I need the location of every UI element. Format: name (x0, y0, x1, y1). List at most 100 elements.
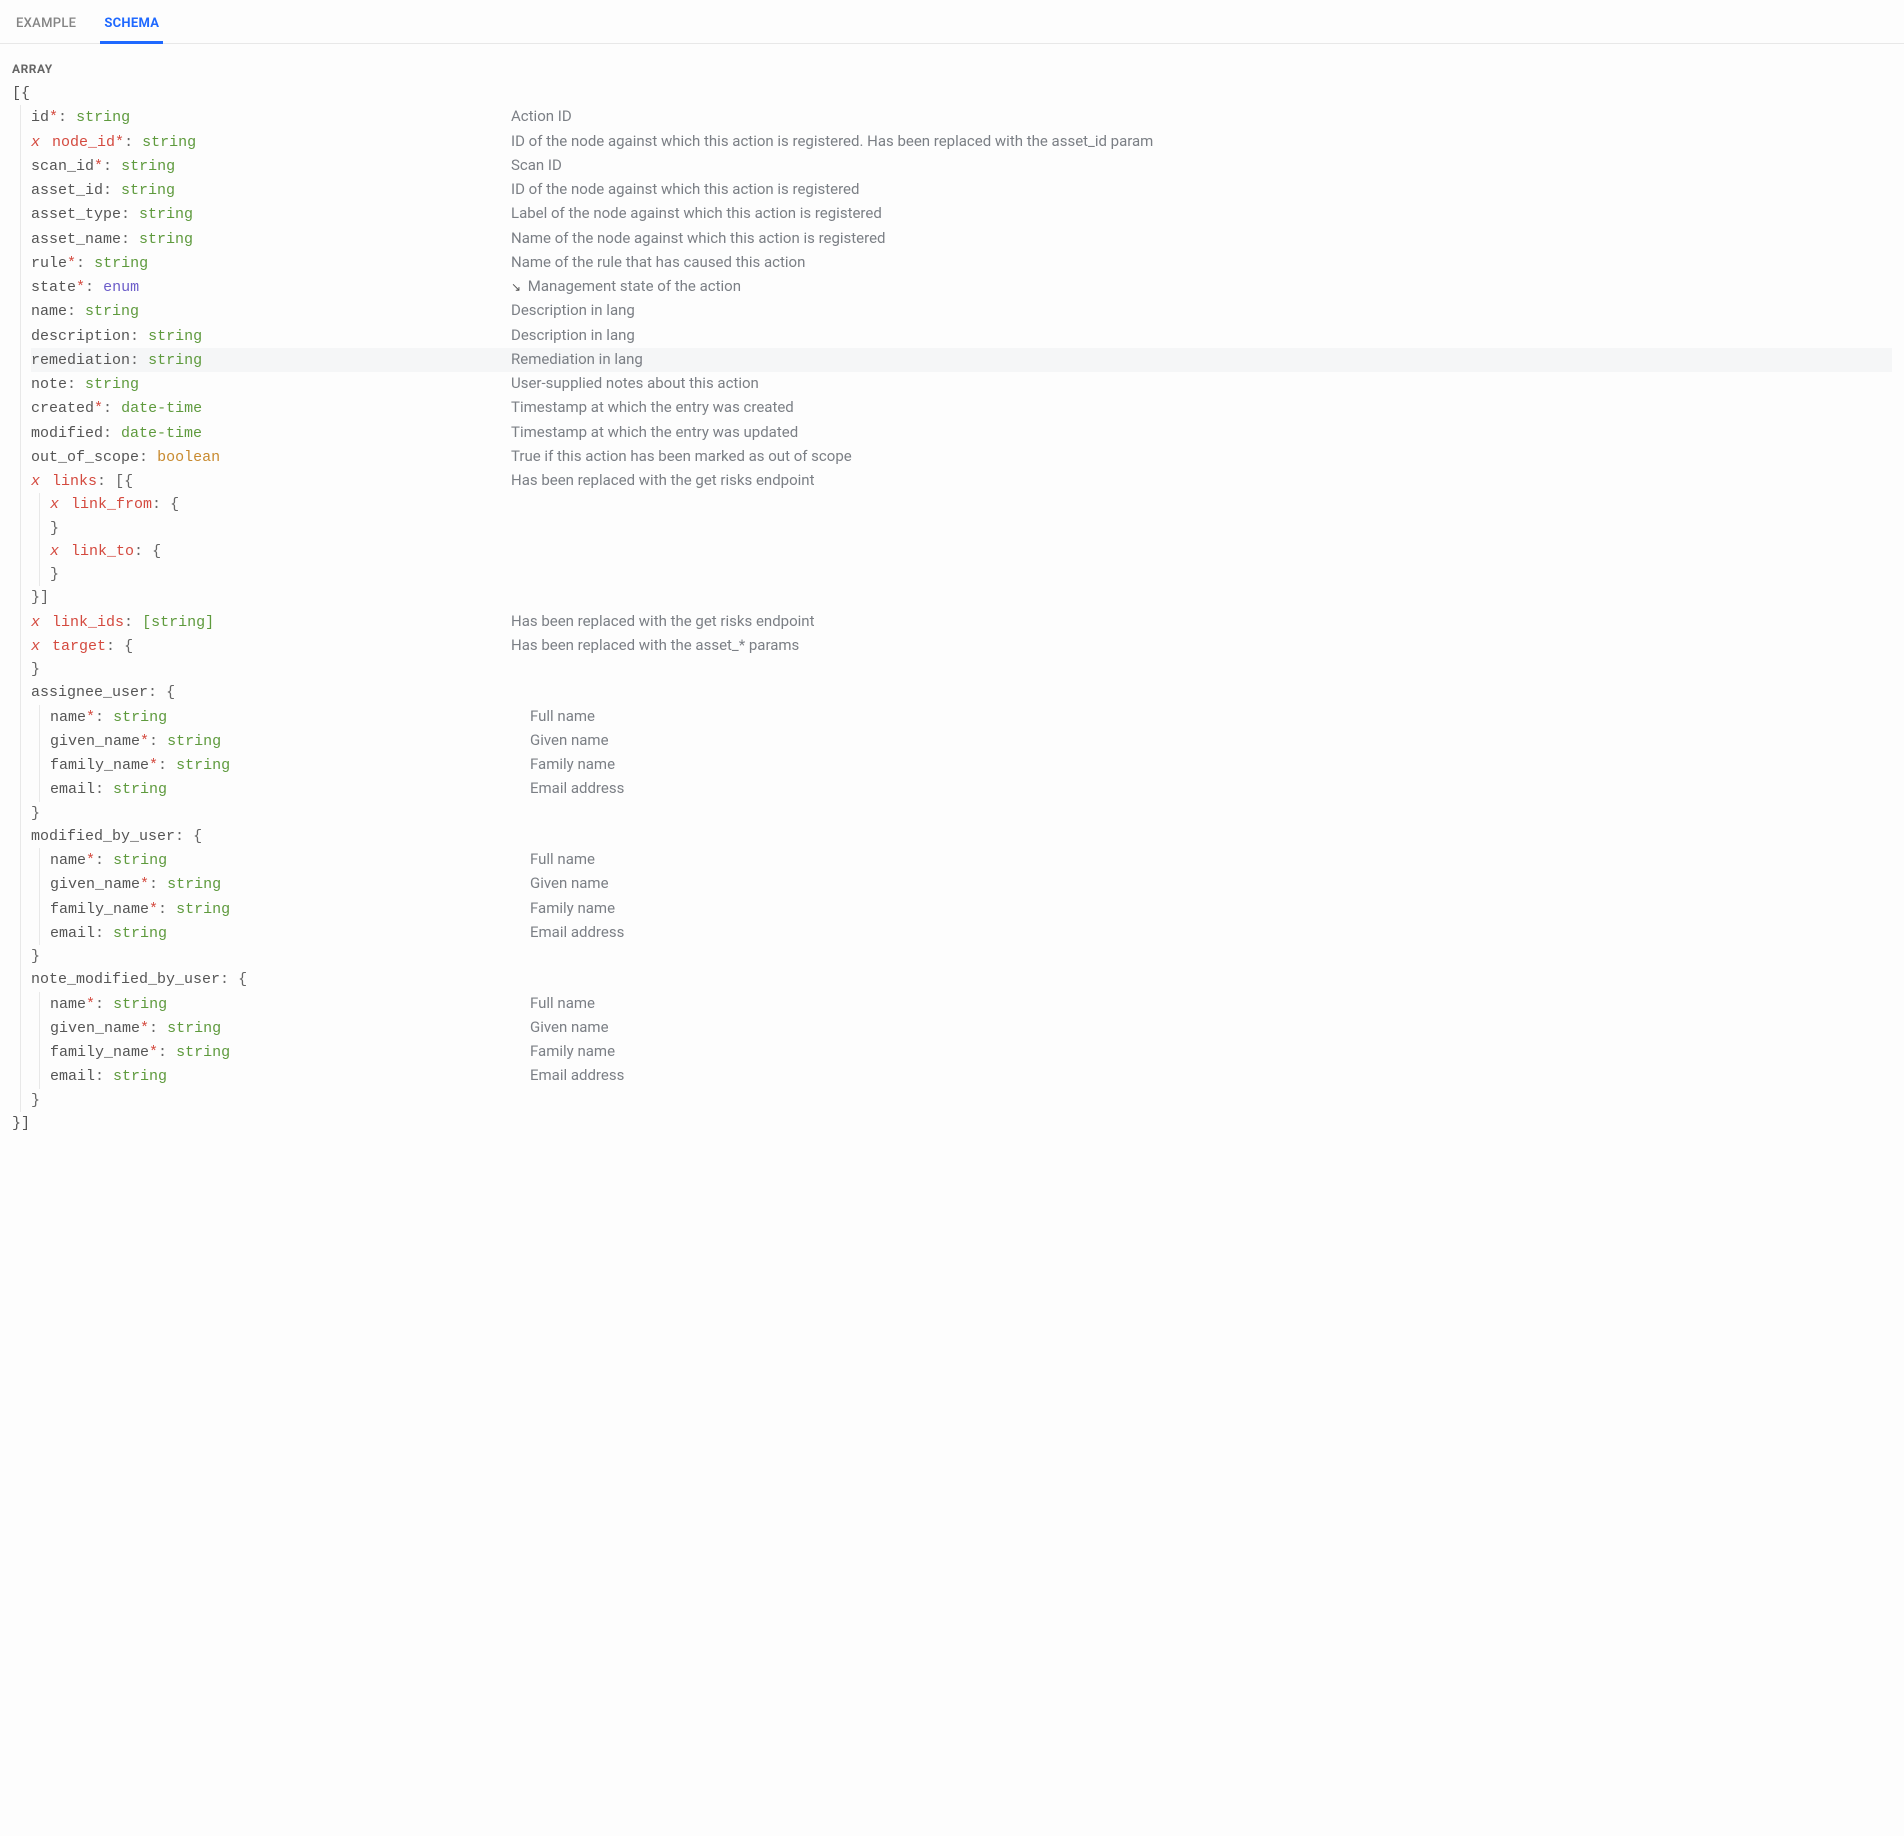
field-asset-type[interactable]: asset_type: stringLabel of the node agai… (31, 202, 1892, 226)
deprecated-icon: x (50, 543, 59, 560)
field-desc: Given name (530, 729, 609, 752)
field-type: string (167, 733, 221, 750)
field-out-of-scope[interactable]: out_of_scope: booleanTrue if this action… (31, 445, 1892, 469)
close-brace: }] (31, 586, 511, 609)
open-brace: { (238, 971, 247, 988)
field-type: string (94, 255, 148, 272)
field-type: string (176, 1044, 230, 1061)
close-brace: } (31, 945, 511, 968)
tab-example[interactable]: EXAMPLE (12, 10, 80, 43)
field-family-name[interactable]: family_name*: stringFamily name (50, 897, 1892, 921)
field-name: modified_by_user (31, 828, 175, 845)
deprecated-icon: x (31, 638, 40, 655)
field-link-ids[interactable]: x link_ids: [string] Has been replaced w… (31, 610, 1892, 634)
required-marker: * (76, 279, 85, 296)
field-type: boolean (157, 449, 220, 466)
field-state[interactable]: state*: enum↘ Management state of the ac… (31, 275, 1892, 299)
field-name[interactable]: name*: stringFull name (50, 992, 1892, 1016)
field-type: string (176, 901, 230, 918)
field-name: target (52, 638, 106, 655)
field-type: string (113, 781, 167, 798)
field-name: state (31, 279, 76, 296)
field-modified[interactable]: modified: date-timeTimestamp at which th… (31, 421, 1892, 445)
field-type: [string] (142, 614, 214, 631)
field-name: out_of_scope (31, 449, 139, 466)
field-assignee-user[interactable]: assignee_user: { (31, 681, 1892, 704)
field-type: string (85, 376, 139, 393)
tabs: EXAMPLE SCHEMA (0, 0, 1904, 44)
field-name: note_modified_by_user (31, 971, 220, 988)
deprecated-icon: x (31, 134, 40, 151)
field-desc: Name of the rule that has caused this ac… (511, 251, 805, 274)
field-name: given_name (50, 1020, 140, 1037)
field-node-id[interactable]: x node_id*: stringID of the node against… (31, 130, 1892, 154)
field-name: rule (31, 255, 67, 272)
field-link-from[interactable]: x link_from: { (50, 493, 1892, 516)
deprecated-icon: x (50, 496, 59, 513)
field-given-name[interactable]: given_name*: stringGiven name (50, 872, 1892, 896)
field-desc: Has been replaced with the get risks end… (511, 610, 814, 633)
required-marker: * (94, 158, 103, 175)
close-brace: } (31, 658, 511, 681)
field-name: given_name (50, 876, 140, 893)
field-scan-id[interactable]: scan_id*: stringScan ID (31, 154, 1892, 178)
field-desc: True if this action has been marked as o… (511, 445, 852, 468)
field-desc: Family name (530, 1040, 615, 1063)
field-name[interactable]: name*: stringFull name (50, 705, 1892, 729)
field-name[interactable]: name*: stringFull name (50, 848, 1892, 872)
field-note[interactable]: note: stringUser-supplied notes about th… (31, 372, 1892, 396)
field-asset-name[interactable]: asset_name: stringName of the node again… (31, 227, 1892, 251)
field-name: asset_type (31, 206, 121, 223)
field-name: modified (31, 425, 103, 442)
field-desc: Family name (530, 897, 615, 920)
field-type: string (76, 109, 130, 126)
field-type: string (167, 876, 221, 893)
field-type: string (139, 206, 193, 223)
required-marker: * (149, 1044, 158, 1061)
field-type: date-time (121, 400, 202, 417)
expand-icon[interactable]: ↘ (511, 280, 521, 294)
field-family-name[interactable]: family_name*: stringFamily name (50, 753, 1892, 777)
field-email[interactable]: email: stringEmail address (50, 1064, 1892, 1088)
field-desc: Email address (530, 777, 624, 800)
field-given-name[interactable]: given_name*: stringGiven name (50, 729, 1892, 753)
field-links[interactable]: x links: [{ Has been replaced with the g… (31, 469, 1892, 493)
field-email[interactable]: email: stringEmail address (50, 777, 1892, 801)
field-name[interactable]: name: stringDescription in lang (31, 299, 1892, 323)
field-desc: Has been replaced with the get risks end… (511, 469, 814, 492)
required-marker: * (49, 109, 58, 126)
schema-body: [{ id*: stringAction IDx node_id*: strin… (0, 80, 1904, 1155)
top-fields: id*: stringAction IDx node_id*: stringID… (20, 105, 1892, 469)
field-given-name[interactable]: given_name*: stringGiven name (50, 1016, 1892, 1040)
field-name: email (50, 925, 95, 942)
field-created[interactable]: created*: date-timeTimestamp at which th… (31, 396, 1892, 420)
field-desc: ID of the node against which this action… (511, 178, 859, 201)
field-desc: Timestamp at which the entry was updated (511, 421, 798, 444)
field-desc: Label of the node against which this act… (511, 202, 882, 225)
field-name: links (52, 473, 97, 490)
field-remediation[interactable]: remediation: stringRemediation in lang (31, 348, 1892, 372)
field-desc: Family name (530, 753, 615, 776)
field-target[interactable]: x target: { Has been replaced with the a… (31, 634, 1892, 658)
field-family-name[interactable]: family_name*: stringFamily name (50, 1040, 1892, 1064)
open-brace: { (124, 638, 133, 655)
field-name: family_name (50, 901, 149, 918)
field-link-to[interactable]: x link_to: { (50, 540, 1892, 563)
field-desc: User-supplied notes about this action (511, 372, 759, 395)
tab-schema[interactable]: SCHEMA (100, 10, 163, 44)
field-description[interactable]: description: stringDescription in lang (31, 324, 1892, 348)
field-asset-id[interactable]: asset_id: stringID of the node against w… (31, 178, 1892, 202)
field-modified-by-user[interactable]: modified_by_user: { (31, 825, 1892, 848)
field-name: link_ids (52, 614, 124, 631)
required-marker: * (94, 400, 103, 417)
field-desc: Description in lang (511, 324, 635, 347)
field-note-modified-by-user[interactable]: note_modified_by_user: { (31, 968, 1892, 991)
field-type: enum (103, 279, 139, 296)
field-type: string (148, 328, 202, 345)
field-email[interactable]: email: stringEmail address (50, 921, 1892, 945)
field-desc: Given name (530, 872, 609, 895)
field-id[interactable]: id*: stringAction ID (31, 105, 1892, 129)
required-marker: * (149, 901, 158, 918)
field-rule[interactable]: rule*: stringName of the rule that has c… (31, 251, 1892, 275)
open-brace: { (170, 496, 179, 513)
